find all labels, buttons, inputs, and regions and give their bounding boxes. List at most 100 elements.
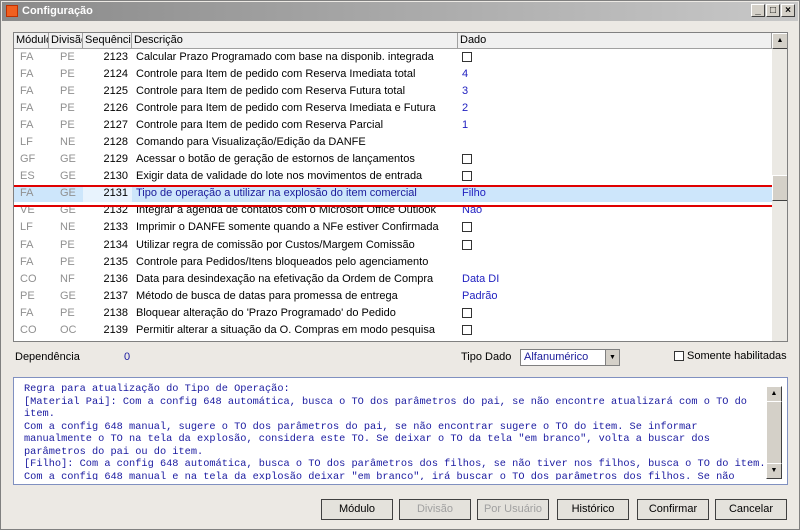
cell-modulo: FA — [20, 51, 34, 63]
memo-scrollbar[interactable]: ▲ ▼ — [766, 386, 782, 479]
cell-dado[interactable]: 2 — [458, 100, 772, 117]
cancelar-button[interactable]: Cancelar — [715, 499, 787, 520]
table-row[interactable]: LF NE 2133 Imprimir o DANFE somente quando … — [14, 219, 772, 236]
cell-dado[interactable] — [458, 219, 772, 236]
col-descricao[interactable]: Descrição — [132, 33, 458, 49]
grid-scrollbar[interactable]: ▲ — [772, 33, 787, 341]
cell-sequencia: 2129 — [103, 153, 128, 166]
por-usuario-button[interactable]: Por Usuário — [477, 499, 549, 520]
cell-divisao: PE — [60, 85, 75, 98]
cell-dado[interactable] — [458, 237, 772, 254]
dado-checkbox[interactable] — [462, 171, 472, 182]
col-dado[interactable]: Dado — [458, 33, 772, 49]
cell-dado[interactable]: 1 — [458, 117, 772, 134]
cell-dado[interactable] — [458, 254, 772, 271]
cell-descricao: Data para desindexação na efetivação da … — [136, 272, 434, 285]
col-modulo[interactable]: Módulo — [14, 33, 49, 49]
minimize-button[interactable]: _ — [751, 4, 765, 17]
cell-sequencia: 2137 — [103, 289, 128, 302]
cell-modulo: GF — [20, 153, 36, 166]
cell-descricao: Controle para Item de pedido com Reserva… — [136, 102, 436, 115]
chevron-down-icon[interactable]: ▼ — [605, 350, 619, 365]
table-row[interactable]: FA PE 2126 Controle para Item de pedido com… — [14, 100, 772, 117]
cell-sequencia: 2135 — [103, 255, 128, 268]
cell-dado[interactable]: 3 — [458, 83, 772, 100]
modulo-button[interactable]: Módulo — [321, 499, 393, 520]
table-row[interactable]: GF GE 2129 Acessar o botão de geração de es… — [14, 151, 772, 168]
cell-dado[interactable] — [458, 322, 772, 339]
cell-descricao: Utilizar regra de comissão por Custos/Ma… — [136, 238, 415, 251]
cell-dado[interactable] — [458, 151, 772, 168]
table-row[interactable]: FA PE 2124 Controle para Item de pedido com… — [14, 66, 772, 83]
cell-descricao: Método de busca de datas para promessa d… — [136, 289, 398, 302]
cell-divisao: NF — [60, 272, 75, 285]
cell-sequencia: 2133 — [103, 221, 128, 234]
confirmar-button[interactable]: Confirmar — [637, 499, 709, 520]
table-row[interactable]: PE GE 2137 Método de busca de datas para pr… — [14, 288, 772, 305]
cell-divisao: GE — [60, 170, 76, 183]
cell-dado[interactable]: 4 — [458, 66, 772, 83]
rule-description-memo[interactable]: Regra para atualização do Tipo de Operaç… — [13, 377, 788, 485]
table-row[interactable]: FA PE 2123 Calcular Prazo Programado com ba… — [14, 49, 772, 66]
cell-dado[interactable]: Padrão — [458, 288, 772, 305]
cell-divisao: GE — [60, 289, 76, 302]
cell-sequencia: 2139 — [103, 323, 128, 336]
highlight-box — [14, 185, 774, 207]
cell-divisao: NE — [60, 136, 76, 149]
table-row[interactable]: LF NE 2128 Comando para Visualização/Edição… — [14, 134, 772, 151]
cell-descricao: Controle para Pedidos/Itens bloqueados p… — [136, 255, 429, 268]
table-row[interactable]: ES GE 2130 Exigir data de validade do lote … — [14, 168, 772, 185]
cell-dado[interactable] — [458, 305, 772, 322]
dependencia-value: 0 — [124, 351, 131, 363]
table-row[interactable]: FA PE 2135 Controle para Pedidos/Itens bloq… — [14, 254, 772, 271]
dado-checkbox[interactable] — [462, 324, 472, 335]
cell-sequencia: 2127 — [103, 119, 128, 132]
dado-checkbox[interactable] — [462, 154, 472, 165]
cell-dado[interactable]: Data DI — [458, 271, 772, 288]
divisao-button[interactable]: Divisão — [399, 499, 471, 520]
cell-divisao: PE — [60, 238, 75, 251]
cell-modulo: LF — [20, 136, 33, 149]
scroll-up-button[interactable]: ▲ — [772, 33, 787, 49]
cell-divisao: NE — [60, 221, 76, 234]
cell-sequencia: 2125 — [103, 85, 128, 98]
col-sequencia[interactable]: Sequência — [83, 33, 132, 49]
table-row[interactable]: CO NF 2136 Data para desindexação na efetiv… — [14, 271, 772, 288]
cell-divisao: PE — [60, 255, 75, 268]
dado-checkbox[interactable] — [462, 307, 472, 318]
table-row[interactable]: FA PE 2138 Bloquear alteração do 'Prazo Pro… — [14, 305, 772, 322]
cell-descricao: Controle para Item de pedido com Reserva… — [136, 119, 384, 132]
dado-checkbox[interactable] — [462, 222, 472, 233]
cell-dado[interactable] — [458, 168, 772, 185]
maximize-button[interactable]: □ — [766, 4, 780, 17]
cell-descricao: Comando para Visualização/Edição da DANF… — [136, 136, 366, 149]
config-grid: Módulo Divisão Sequência Descrição Dado … — [13, 32, 788, 342]
table-row[interactable]: FA PE 2134 Utilizar regra de comissão por C… — [14, 237, 772, 254]
scroll-thumb[interactable] — [772, 175, 787, 201]
table-row[interactable]: FA PE 2127 Controle para Item de pedido com… — [14, 117, 772, 134]
cell-modulo: LF — [20, 221, 33, 234]
cell-modulo: FA — [20, 119, 34, 132]
cell-sequencia: 2136 — [103, 272, 128, 285]
dado-checkbox[interactable] — [462, 52, 472, 62]
cell-descricao: Controle para Item de pedido com Reserva… — [136, 68, 416, 81]
cell-descricao: Imprimir o DANFE somente quando a NFe es… — [136, 221, 439, 234]
col-divisao[interactable]: Divisão — [49, 33, 83, 49]
tipo-dado-value: Alfanumérico — [524, 351, 589, 363]
historico-button[interactable]: Histórico — [557, 499, 629, 520]
table-row[interactable]: CO OC 2139 Permitir alterar a situação da O… — [14, 322, 772, 339]
memo-scroll-up[interactable]: ▲ — [766, 386, 782, 402]
memo-scroll-down[interactable]: ▼ — [766, 463, 782, 479]
cell-dado[interactable] — [458, 134, 772, 151]
cell-sequencia: 2138 — [103, 306, 128, 319]
table-row[interactable]: FA PE 2125 Controle para Item de pedido com… — [14, 83, 772, 100]
memo-scroll-thumb[interactable] — [766, 401, 782, 465]
cell-divisao: PE — [60, 306, 75, 319]
memo-text: Regra para atualização do Tipo de Operaç… — [24, 383, 766, 480]
somente-habilitadas-checkbox[interactable] — [674, 351, 684, 361]
cell-sequencia: 2134 — [103, 238, 128, 251]
dado-checkbox[interactable] — [462, 239, 472, 250]
tipo-dado-select[interactable]: Alfanumérico ▼ — [520, 349, 620, 366]
close-button[interactable]: × — [781, 4, 795, 17]
cell-dado[interactable] — [458, 49, 772, 66]
